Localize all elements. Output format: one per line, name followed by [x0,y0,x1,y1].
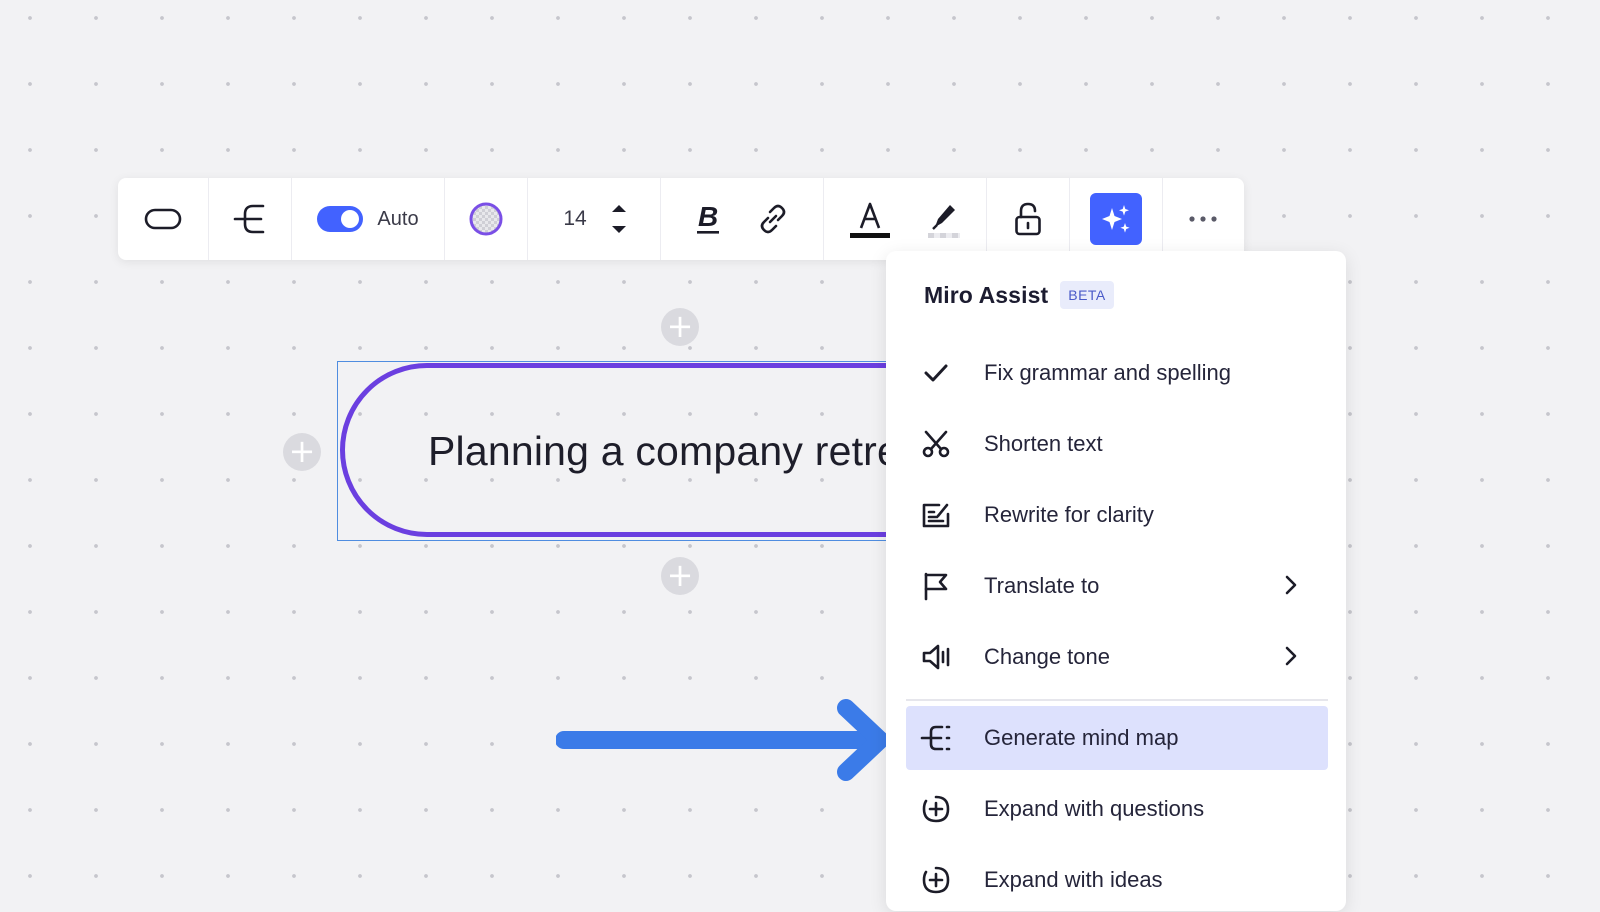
menu-item-label: Generate mind map [984,725,1179,750]
unlock-icon [1015,202,1041,236]
menu-item-generate-mind-map[interactable]: Generate mind map [906,706,1328,770]
menu-item-label: Fix grammar and spelling [984,360,1231,385]
plus-bubble-icon [920,864,952,896]
add-node-bottom-button[interactable]: + [661,557,699,595]
menu-item-translate[interactable]: Translate to [906,554,1328,618]
bold-icon: B [697,201,719,234]
add-node-left-button[interactable]: + [283,433,321,471]
link-button[interactable] [756,202,790,236]
context-toolbar: Auto 14 B [118,178,1244,260]
menu-item-fix-grammar[interactable]: Fix grammar and spelling [906,341,1328,405]
font-size-input[interactable]: 14 [560,207,590,231]
chevron-right-icon [1285,646,1297,666]
highlighter-pen-icon [932,204,955,230]
connector-style-button[interactable] [233,202,267,236]
menu-item-label: Change tone [984,644,1110,669]
miro-assist-menu: Miro Assist BETA Fix grammar and spellin… [886,251,1346,911]
fill-color-button[interactable] [467,200,505,238]
color-group [824,178,986,260]
font-color-icon [859,202,881,228]
connector-group [209,178,291,260]
add-node-top-button[interactable]: + [661,308,699,346]
font-color-button[interactable] [850,201,890,238]
text-format-group: B [661,178,823,260]
menu-item-label: Expand with questions [984,796,1205,821]
menu-header: Miro Assist BETA [924,281,1114,309]
miro-assist-button[interactable] [1090,193,1142,245]
shape-group [118,178,208,260]
ai-group [1070,178,1162,260]
auto-size-label: Auto [377,207,419,230]
toggle-knob [341,210,360,228]
node-text[interactable]: Planning a company retre [428,428,900,475]
shape-picker-button[interactable] [144,207,182,231]
scissors-icon [920,428,952,460]
fill-group [445,178,527,260]
speaker-icon [920,641,952,673]
mind-map-icon [920,722,952,754]
auto-size-toggle[interactable] [317,206,364,232]
lock-button[interactable] [1013,201,1043,237]
font-color-indicator [850,232,890,238]
highlight-color-indicator [928,232,960,238]
menu-item-shorten-text[interactable]: Shorten text [906,412,1328,476]
menu-item-label: Expand with ideas [984,867,1163,892]
menu-item-change-tone[interactable]: Change tone [906,625,1328,689]
plus-icon: + [288,432,316,470]
check-icon [920,357,952,389]
bold-button[interactable]: B [694,201,722,237]
lock-group [987,178,1069,260]
menu-item-expand-ideas[interactable]: Expand with ideas [906,848,1328,912]
stepper-arrows-icon [612,205,626,233]
link-icon [760,204,786,234]
plus-icon: + [666,307,694,345]
more-options-button[interactable] [1188,215,1218,223]
menu-divider [906,699,1328,701]
svg-text:B: B [698,201,718,232]
rounded-rectangle-icon [144,208,182,230]
menu-item-expand-questions[interactable]: Expand with questions [906,777,1328,841]
flag-icon [920,570,952,602]
fill-color-swatch-icon [469,202,503,236]
highlight-button[interactable] [928,201,960,238]
pointer-arrow [556,699,889,781]
chevron-right-icon [1285,575,1297,595]
menu-title: Miro Assist [924,281,1049,308]
rewrite-icon [920,499,952,531]
menu-item-label: Translate to [984,573,1100,598]
menu-item-label: Rewrite for clarity [984,502,1154,527]
mind-map-branch-icon [233,204,265,234]
menu-item-label: Shorten text [984,431,1103,456]
more-group [1163,178,1243,260]
font-size-group: 14 [528,178,660,260]
plus-bubble-icon [920,793,952,825]
font-size-stepper[interactable] [610,200,628,238]
beta-badge: BETA [1060,281,1114,309]
auto-size-group: Auto [292,178,444,260]
menu-item-rewrite[interactable]: Rewrite for clarity [906,483,1328,547]
sparkles-icon [1102,205,1130,233]
more-dots-icon [1189,216,1217,222]
plus-icon: + [666,556,694,594]
